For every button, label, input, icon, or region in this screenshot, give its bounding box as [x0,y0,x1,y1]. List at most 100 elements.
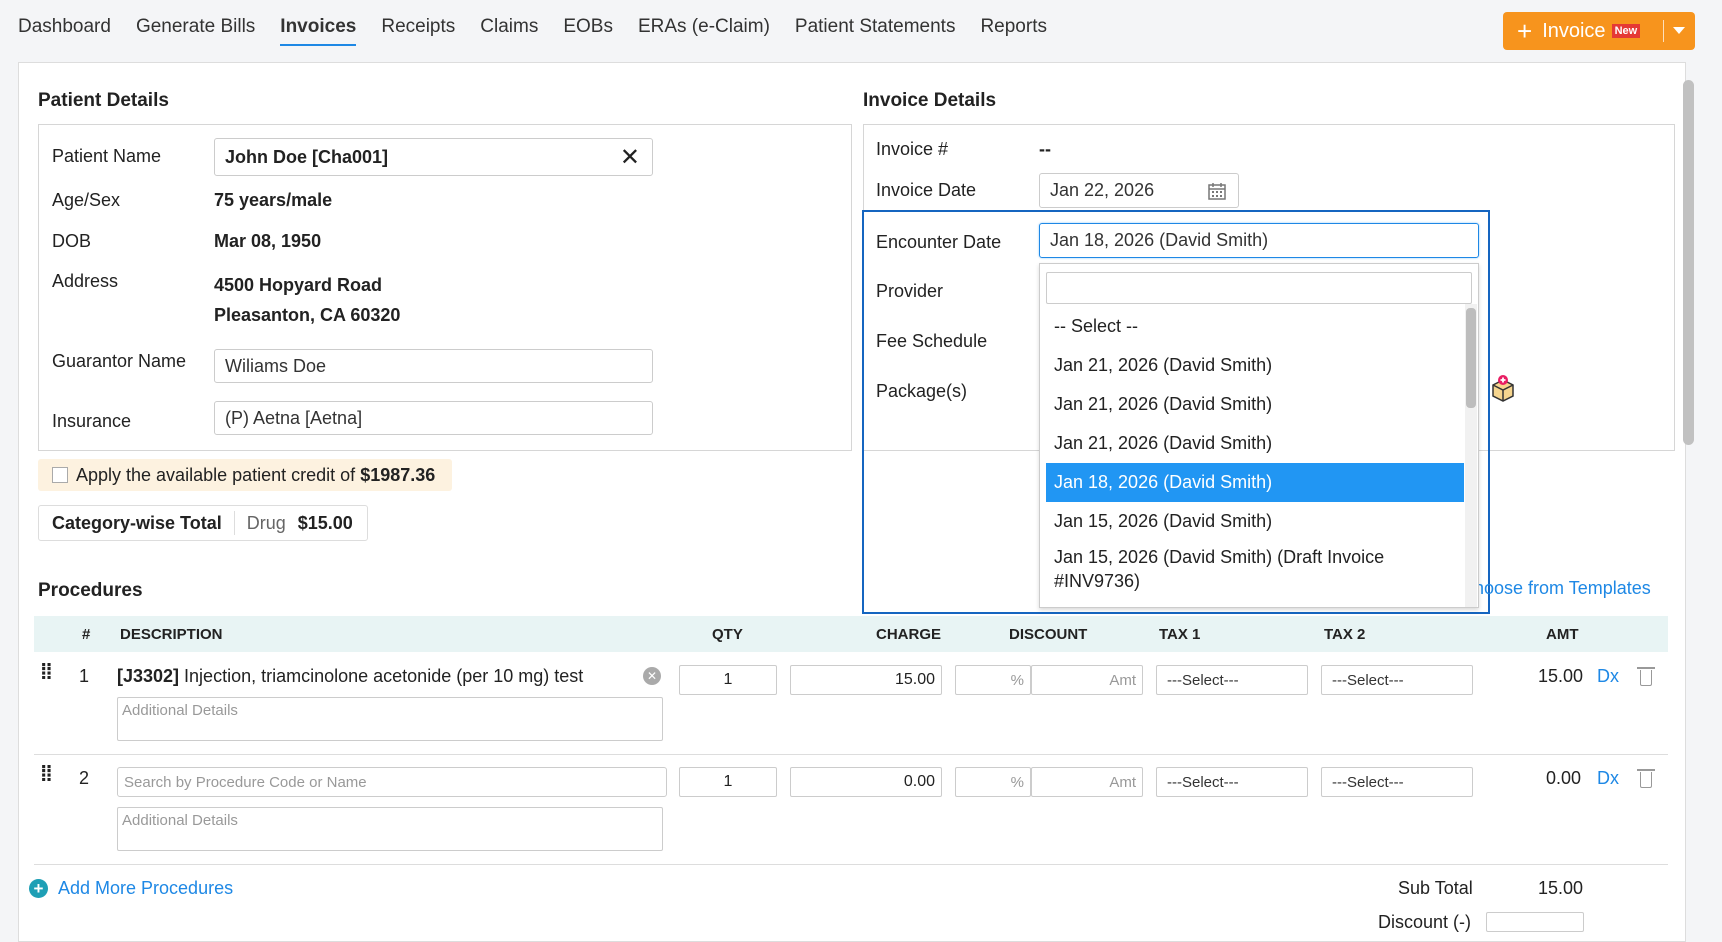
calendar-icon[interactable] [1208,182,1226,200]
row1-discount-pct[interactable]: % [955,665,1031,695]
col-discount: DISCOUNT [1009,626,1088,643]
encounter-date-label: Encounter Date [876,232,1002,252]
row1-additional-details[interactable]: Additional Details [117,697,663,741]
tab-reports[interactable]: Reports [980,16,1047,46]
tab-invoices[interactable]: Invoices [280,16,357,46]
dropdown-option-continued[interactable]: #INV9736) [1046,569,1464,593]
invoice-number-value: -- [1039,139,1051,159]
insurance-input[interactable]: (P) Aetna [Aetna] [214,401,653,435]
tab-generate-bills[interactable]: Generate Bills [136,16,255,46]
row1-tax2-select[interactable]: ---Select--- [1321,665,1473,695]
tab-claims[interactable]: Claims [480,16,538,46]
dropdown-option-selected[interactable]: Jan 18, 2026 (David Smith) [1046,463,1464,502]
row1-amount: 15.00 [1538,666,1584,686]
patient-name-input[interactable]: John Doe [Cha001] ✕ [214,138,653,176]
invoice-details-title: Invoice Details [863,90,997,111]
category-total-label: Category-wise Total [52,512,222,533]
category-divider [233,511,235,535]
row2-charge-input[interactable]: 0.00 [790,767,942,797]
package-icon[interactable] [1489,374,1517,402]
invoice-button-label: Invoice [1542,19,1606,42]
page-scrollbar[interactable] [1683,80,1694,445]
fee-schedule-label: Fee Schedule [876,331,988,351]
dropdown-scrollbar-thumb[interactable] [1466,308,1476,408]
row1-charge-input[interactable]: 15.00 [790,665,942,695]
discount-input[interactable] [1486,912,1584,932]
row2-tax2-select[interactable]: ---Select--- [1321,767,1473,797]
row2-discount-amt[interactable]: Amt [1031,767,1143,797]
trash-icon[interactable] [1637,769,1655,788]
dropdown-option[interactable]: Jan 15, 2026 (David Smith) (Draft Invoic… [1046,545,1464,569]
dropdown-option[interactable]: Jan 21, 2026 (David Smith) [1046,385,1464,424]
row1-description: [J3302] Injection, triamcinolone acetoni… [117,666,583,687]
row2-additional-details[interactable]: Additional Details [117,807,663,851]
col-description: DESCRIPTION [120,626,223,643]
tab-dashboard[interactable]: Dashboard [18,16,111,46]
button-divider [1663,20,1664,42]
procedures-title: Procedures [38,580,143,601]
drag-handle-icon[interactable]: ⁞⁞ [40,661,53,683]
row2-discount-pct[interactable]: % [955,767,1031,797]
plus-icon: + [1517,16,1533,46]
dropdown-option[interactable]: Jan 21, 2026 (David Smith) [1046,424,1464,463]
encounter-date-value: Jan 18, 2026 (David Smith) [1050,230,1269,250]
address-line2: Pleasanton, CA 60320 [214,305,401,325]
choose-from-templates-link[interactable]: hoose from Templates [1474,578,1651,599]
row2-number: 2 [79,768,90,788]
guarantor-label: Guarantor Name [52,351,187,371]
discount-label: Discount (-) [1378,912,1472,932]
age-sex-label: Age/Sex [52,190,121,210]
dob-label: DOB [52,231,92,251]
row1-qty-input[interactable]: 1 [679,665,777,695]
dropdown-option[interactable]: Jan 21, 2026 (David Smith) [1046,346,1464,385]
row1-discount-amt[interactable]: Amt [1031,665,1143,695]
trash-icon[interactable] [1637,667,1655,686]
col-amt: AMT [1546,626,1579,643]
age-sex-value: 75 years/male [214,190,333,210]
dropdown-option[interactable]: Jan 15, 2026 (David Smith) [1046,502,1464,541]
row2-qty-input[interactable]: 1 [679,767,777,797]
row1-code: [J3302] [117,666,180,686]
add-circle-icon[interactable]: + [29,879,48,898]
col-tax1: TAX 1 [1159,626,1201,643]
dropdown-option[interactable]: -- Select -- [1046,308,1464,344]
patient-details-title: Patient Details [38,90,169,111]
drag-handle-icon[interactable]: ⁞⁞ [40,763,53,785]
category-total-box: Category-wise Total Drug $15.00 [38,505,368,541]
patient-name-label: Patient Name [52,146,162,166]
add-more-procedures-link[interactable]: Add More Procedures [58,878,233,899]
tab-receipts[interactable]: Receipts [381,16,455,46]
row1-number: 1 [79,666,90,686]
tab-eobs[interactable]: EOBs [563,16,613,46]
subtotal-value: 15.00 [1538,878,1584,898]
guarantor-value: Wiliams Doe [225,355,327,376]
row2-procedure-search[interactable]: Search by Procedure Code or Name [117,767,667,797]
address-label: Address [52,271,119,291]
new-invoice-button[interactable]: + Invoice New [1503,12,1695,50]
row1-tax1-select[interactable]: ---Select--- [1156,665,1308,695]
tab-eras[interactable]: ERAs (e-Claim) [638,16,770,46]
invoice-date-value: Jan 22, 2026 [1050,180,1155,200]
insurance-label: Insurance [52,411,132,431]
tab-patient-statements[interactable]: Patient Statements [795,16,956,46]
invoice-date-input[interactable]: Jan 22, 2026 [1039,173,1239,208]
row2-tax1-select[interactable]: ---Select--- [1156,767,1308,797]
col-charge: CHARGE [876,626,942,643]
invoice-number-label: Invoice # [876,139,949,159]
packages-label: Package(s) [876,381,968,401]
category-name: Drug [246,512,286,533]
invoice-date-label: Invoice Date [876,180,977,200]
col-tax2: TAX 2 [1324,626,1366,643]
col-qty: QTY [712,626,743,643]
apply-credit-checkbox[interactable] [52,467,68,483]
close-icon[interactable]: ✕ [620,143,640,172]
guarantor-input[interactable]: Wiliams Doe [214,349,653,383]
encounter-dropdown: -- Select -- Jan 21, 2026 (David Smith) … [1039,263,1479,608]
top-navigation: Dashboard Generate Bills Invoices Receip… [0,0,1722,58]
dropdown-search-input[interactable] [1046,272,1472,304]
row1-dx-link[interactable]: Dx [1597,666,1619,687]
row2-dx-link[interactable]: Dx [1597,768,1619,789]
chevron-down-icon[interactable] [1673,27,1685,34]
encounter-date-select[interactable]: Jan 18, 2026 (David Smith) [1039,223,1479,258]
clear-icon[interactable]: ✕ [643,667,661,685]
